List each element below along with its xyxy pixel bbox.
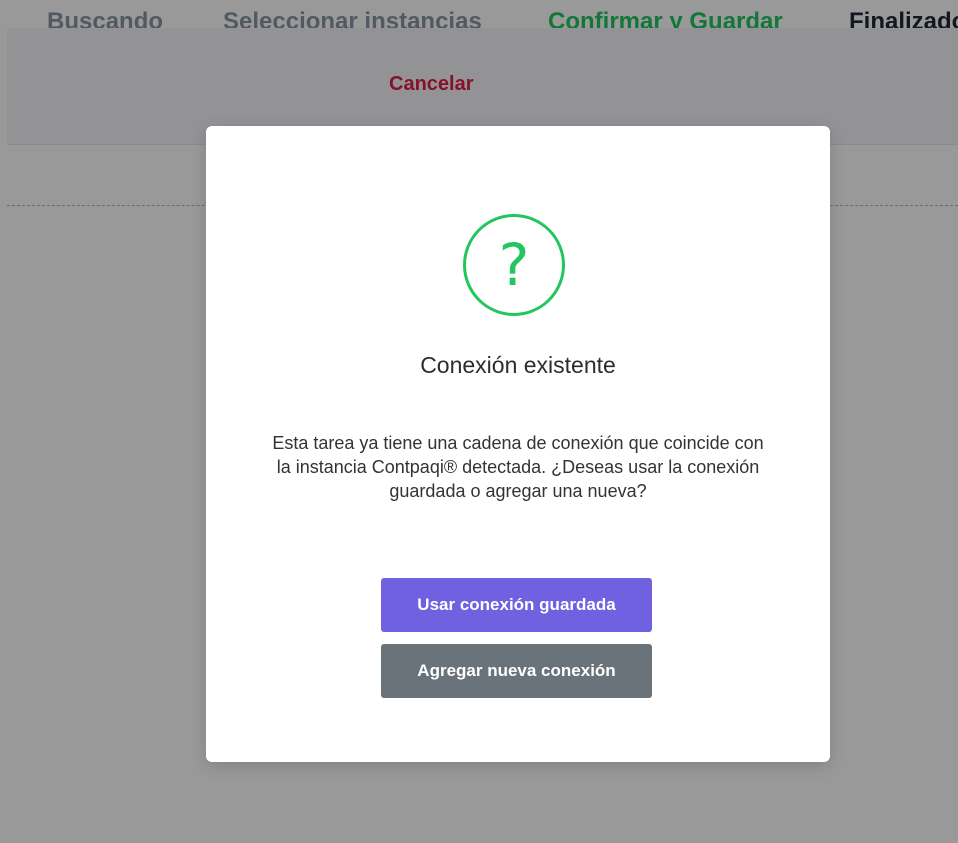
add-new-connection-button[interactable]: Agregar nueva conexión: [381, 644, 652, 698]
use-saved-connection-button[interactable]: Usar conexión guardada: [381, 578, 652, 632]
dialog-message: Esta tarea ya tiene una cadena de conexi…: [272, 433, 764, 501]
dialog-title: Conexión existente: [420, 352, 616, 378]
question-icon: ?: [463, 214, 565, 316]
question-glyph: ?: [498, 231, 530, 299]
existing-connection-dialog: ? Conexión existente Esta tarea ya tiene…: [206, 126, 830, 762]
